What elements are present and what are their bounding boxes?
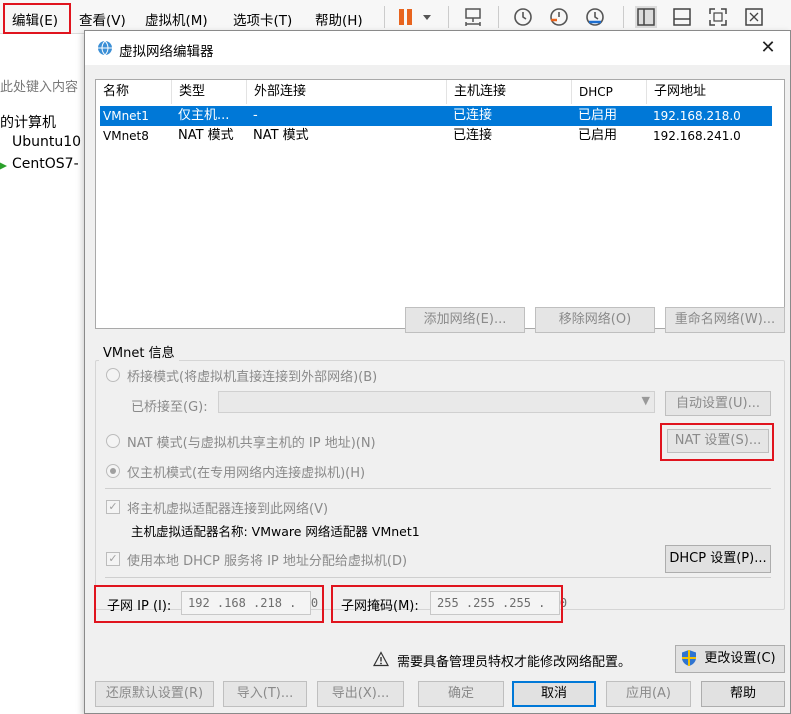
auto-settings-button[interactable]: 自动设置(U)... — [665, 391, 771, 416]
menu-vm[interactable]: 虚拟机(M) — [145, 9, 208, 29]
toolbar-separator — [384, 6, 385, 28]
bridged-to-label: 已桥接至(G): — [131, 400, 208, 415]
column-header-host[interactable]: 主机连接 — [447, 80, 572, 104]
pause-icon[interactable] — [395, 6, 417, 28]
use-dhcp-label: 使用本地 DHCP 服务将 IP 地址分配给虚拟机(D) — [127, 554, 408, 569]
table-row[interactable]: VMnet8 NAT 模式 NAT 模式 已连接 已启用 192.168.241… — [100, 126, 772, 146]
dialog-title: 虚拟网络编辑器 — [119, 44, 214, 60]
highlight-box-subnet-ip — [94, 585, 324, 623]
snapshot-icon[interactable] — [512, 6, 534, 28]
menu-help[interactable]: 帮助(H) — [315, 9, 363, 29]
menu-tabs[interactable]: 选项卡(T) — [233, 9, 292, 29]
highlight-box-nat-settings — [660, 423, 774, 461]
nat-mode-label: NAT 模式(与虚拟机共享主机的 IP 地址)(N) — [127, 436, 376, 451]
cancel-button[interactable]: 取消 — [512, 681, 596, 707]
help-button[interactable]: 帮助 — [701, 681, 785, 707]
bridged-to-select[interactable]: ▼ — [218, 391, 655, 413]
add-network-button[interactable]: 添加网络(E)... — [405, 307, 525, 333]
highlight-box-edit-menu — [3, 3, 71, 34]
uac-shield-icon — [682, 650, 696, 666]
divider — [105, 488, 771, 489]
highlight-box-subnet-mask — [331, 585, 563, 623]
change-settings-label: 更改设置(C) — [704, 651, 776, 666]
dropdown-icon[interactable] — [420, 6, 434, 28]
network-icon[interactable] — [462, 6, 484, 28]
menu-view[interactable]: 查看(V) — [79, 9, 126, 29]
warning-icon — [373, 651, 389, 667]
toolbar-separator — [498, 6, 499, 28]
toolbar-separator — [623, 6, 624, 28]
dialog-titlebar: 虚拟网络编辑器 ✕ — [85, 31, 790, 65]
column-header-external[interactable]: 外部连接 — [247, 80, 447, 104]
column-header-name[interactable]: 名称 — [96, 80, 172, 104]
ok-button[interactable]: 确定 — [418, 681, 504, 707]
dhcp-settings-button[interactable]: DHCP 设置(P)... — [665, 545, 771, 573]
nat-mode-radio[interactable] — [106, 434, 120, 448]
network-list[interactable]: 名称 类型 外部连接 主机连接 DHCP 子网地址 VMnet1 仅主机... … — [95, 79, 785, 329]
virtual-network-editor-dialog: 虚拟网络编辑器 ✕ 名称 类型 外部连接 主机连接 DHCP 子网地址 VMne… — [84, 30, 791, 714]
view-console-icon[interactable] — [671, 6, 693, 28]
adapter-name-text: 主机虚拟适配器名称: VMware 网络适配器 VMnet1 — [131, 524, 420, 539]
change-settings-button[interactable]: 更改设置(C) — [675, 645, 785, 673]
connect-adapter-label: 将主机虚拟适配器连接到此网络(V) — [127, 502, 329, 517]
menu-bar: 编辑(E) 查看(V) 虚拟机(M) 选项卡(T) 帮助(H) — [0, 0, 791, 34]
vm-running-icon — [0, 162, 7, 170]
view-normal-icon[interactable] — [635, 6, 657, 28]
fullscreen-icon[interactable] — [707, 6, 729, 28]
network-globe-icon — [98, 40, 112, 56]
bridged-mode-label: 桥接模式(将虚拟机直接连接到外部网络)(B) — [127, 370, 378, 385]
host-only-radio[interactable] — [106, 464, 120, 478]
restore-defaults-button[interactable]: 还原默认设置(R) — [95, 681, 214, 707]
bridged-mode-radio[interactable] — [106, 368, 120, 382]
column-header-dhcp[interactable]: DHCP — [572, 80, 647, 104]
unity-icon[interactable] — [743, 6, 765, 28]
library-item-vm[interactable]: Ubuntu10 — [12, 134, 81, 150]
column-header-type[interactable]: 类型 — [172, 80, 247, 104]
library-search-input[interactable]: 此处键入内容 — [0, 76, 78, 95]
divider — [105, 577, 771, 578]
revert-snapshot-icon[interactable] — [548, 6, 570, 28]
admin-warning-text: 需要具备管理员特权才能修改网络配置。 — [397, 655, 632, 670]
host-only-label: 仅主机模式(在专用网络内连接虚拟机)(H) — [127, 466, 366, 481]
library-pane: 此处键入内容 我的计算机 Ubuntu10 CentOS7- — [0, 34, 86, 714]
apply-button[interactable]: 应用(A) — [606, 681, 691, 707]
library-item-vm[interactable]: CentOS7- — [12, 156, 79, 172]
rename-network-button[interactable]: 重命名网络(W)... — [665, 307, 785, 333]
import-button[interactable]: 导入(T)... — [223, 681, 307, 707]
export-button[interactable]: 导出(X)... — [317, 681, 404, 707]
connect-adapter-checkbox[interactable]: ✓ — [106, 500, 120, 514]
table-row[interactable]: VMnet1 仅主机... - 已连接 已启用 192.168.218.0 — [100, 106, 772, 126]
close-icon[interactable]: ✕ — [754, 35, 782, 61]
vmnet-info-title: VMnet 信息 — [99, 342, 179, 361]
column-header-subnet[interactable]: 子网地址 — [647, 80, 784, 104]
remove-network-button[interactable]: 移除网络(O) — [535, 307, 655, 333]
library-item-my-computer[interactable]: 我的计算机 — [0, 112, 56, 132]
manage-snapshots-icon[interactable] — [584, 6, 606, 28]
use-dhcp-checkbox[interactable]: ✓ — [106, 552, 120, 566]
toolbar-separator — [448, 6, 449, 28]
chevron-down-icon: ▼ — [641, 394, 650, 407]
